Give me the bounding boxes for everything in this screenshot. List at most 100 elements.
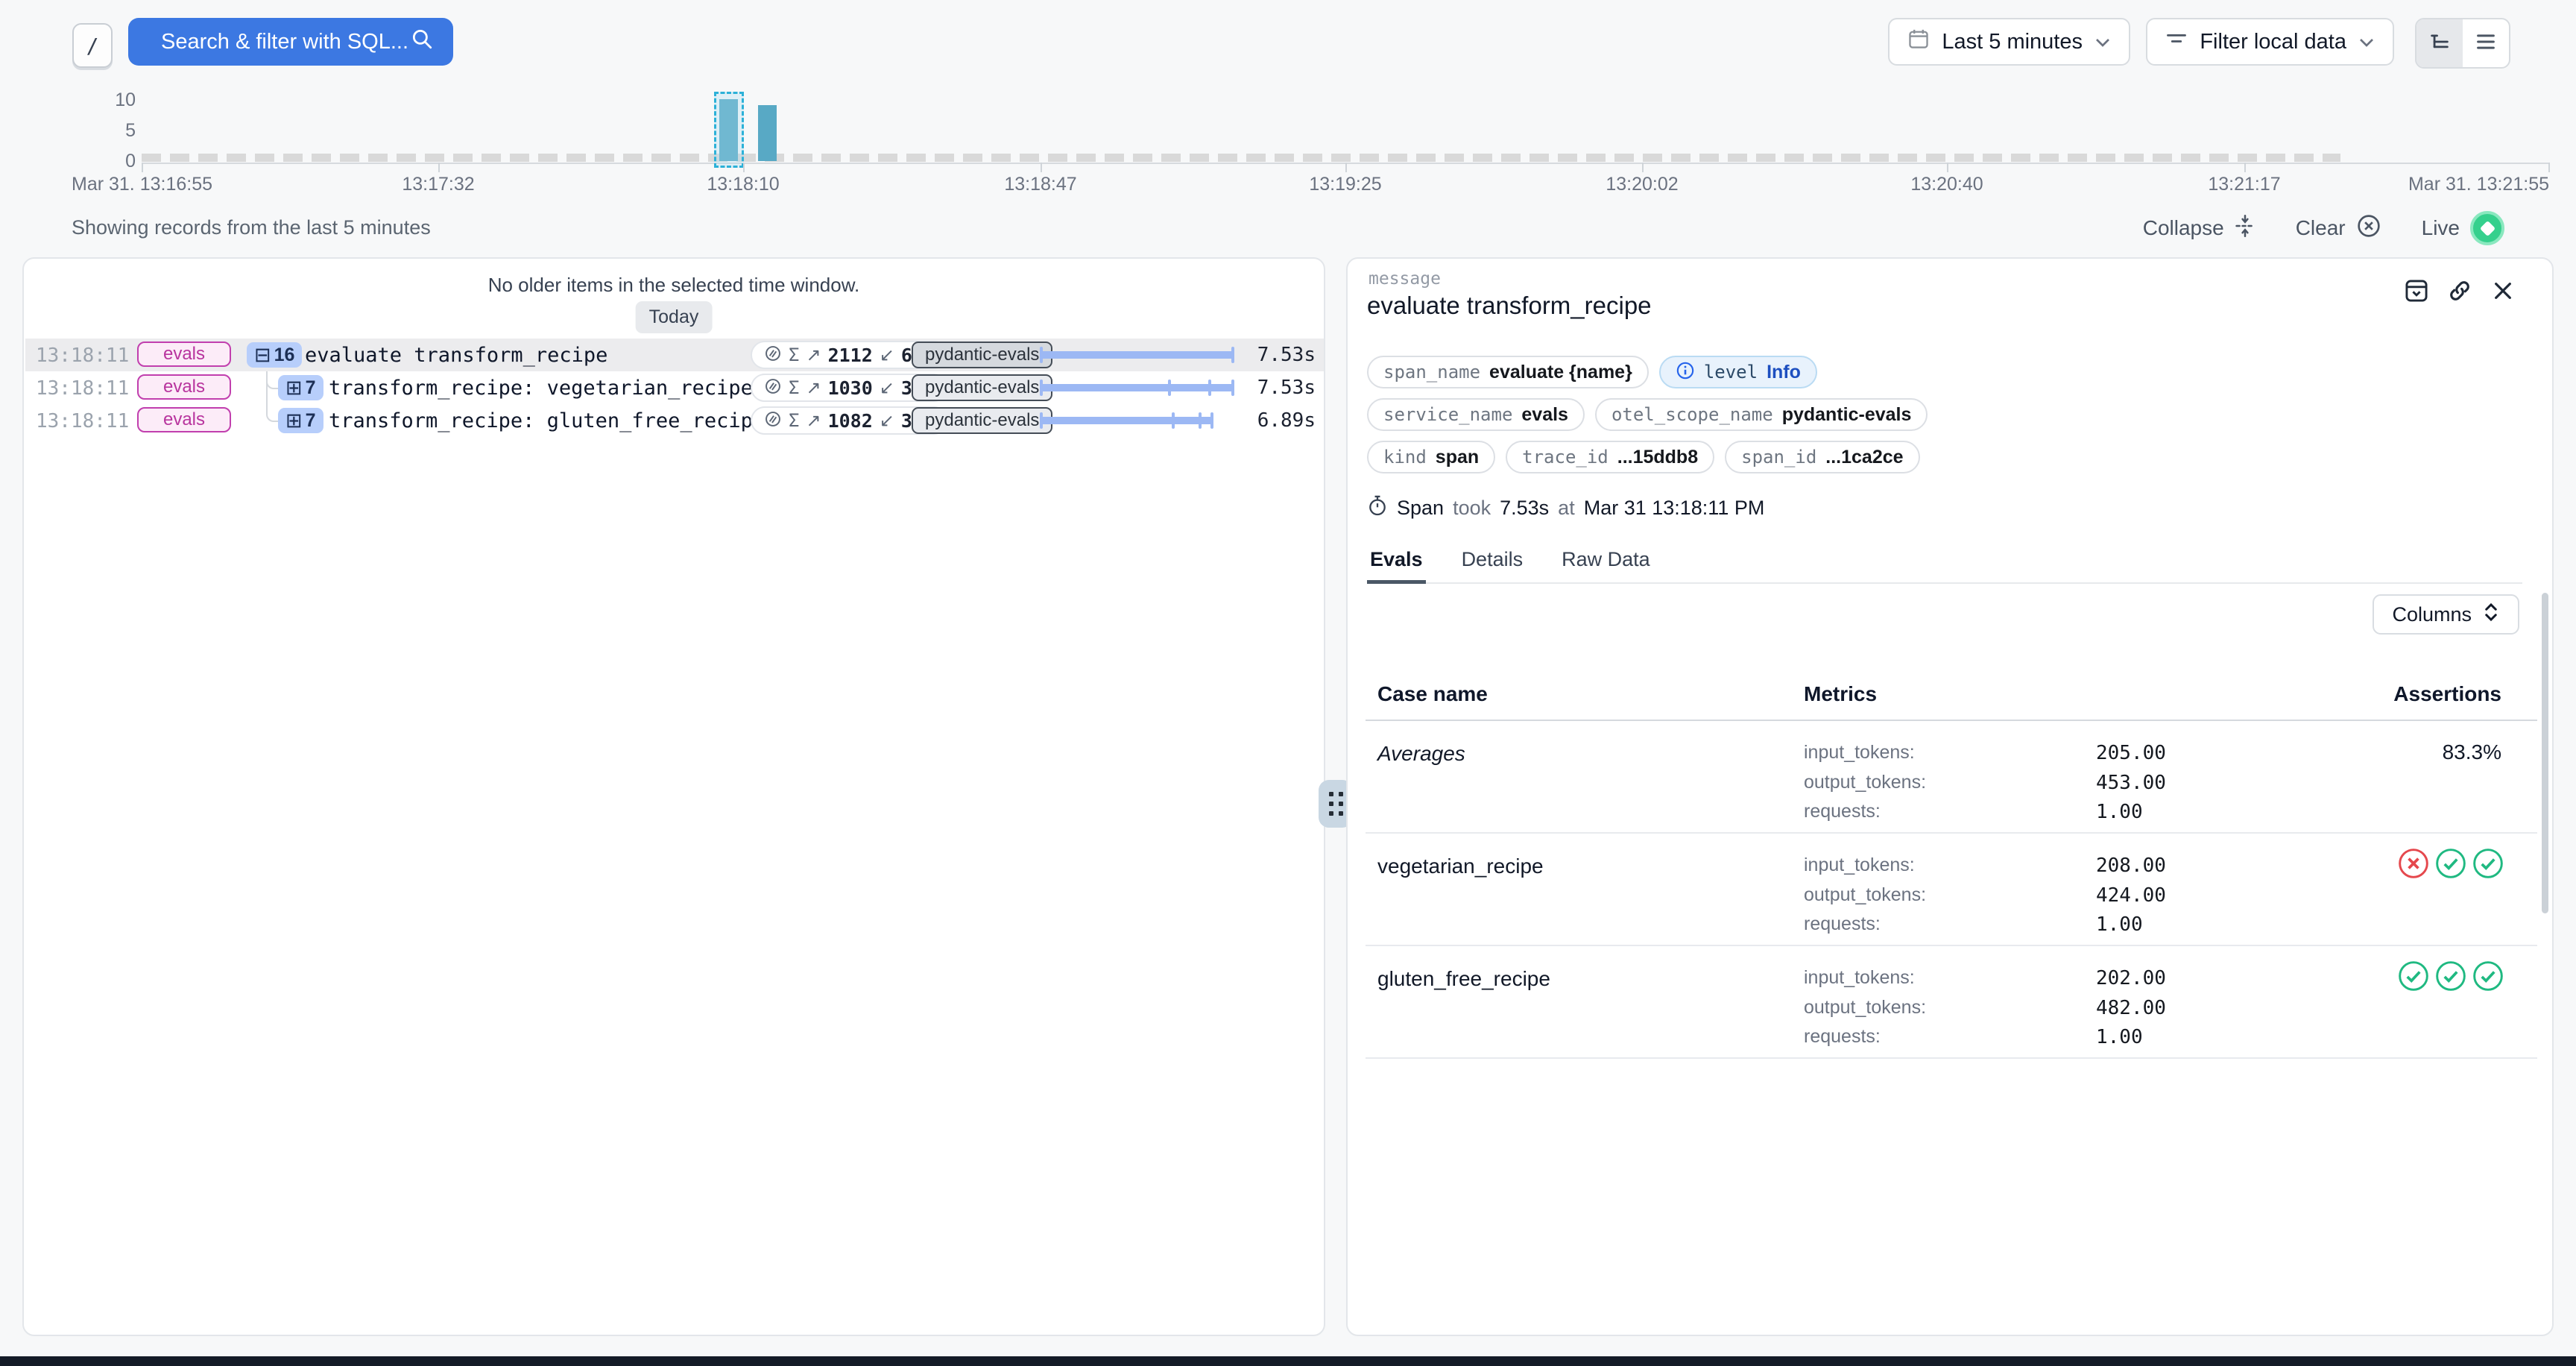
filter-label: Filter local data — [2200, 30, 2346, 54]
otel-scope-chip[interactable]: pydantic-evals — [912, 342, 1052, 368]
attr-value: span — [1436, 447, 1479, 468]
metric-label: requests: — [1804, 913, 2027, 935]
span-timestamp: Mar 31 13:18:11 PM — [1584, 497, 1765, 520]
trace-row[interactable]: 13:18:11 evals ⊟ 16 evaluate transform_r… — [25, 339, 1324, 371]
record-type-label: message — [1368, 269, 1441, 289]
table-row[interactable]: gluten_free_recipe input_tokens: 202.00 … — [1366, 946, 2537, 1059]
row-timestamp: 13:18:11 — [36, 377, 129, 400]
x-axis-label: 13:20:02 — [1606, 174, 1678, 195]
metric-value: 205.00 — [2096, 742, 2166, 764]
attr-chip-kind[interactable]: kind span — [1367, 441, 1495, 473]
assertion-pass-icon — [2397, 960, 2430, 992]
expand-children-chip[interactable]: ⊞ 7 — [278, 375, 323, 400]
service-badge[interactable]: evals — [137, 374, 231, 400]
showing-records-text: Showing records from the last 5 minutes — [72, 216, 431, 239]
attr-chip-service-name[interactable]: service_name evals — [1367, 398, 1585, 431]
assertion-pass-icon — [2434, 847, 2467, 880]
span-name: transform_recipe: gluten_free_recipe — [329, 409, 765, 432]
expand-children-chip[interactable]: ⊞ 7 — [278, 408, 323, 433]
table-row[interactable]: vegetarian_recipe input_tokens: 208.00 o… — [1366, 834, 2537, 946]
tab-evals[interactable]: Evals — [1367, 544, 1426, 584]
search-input[interactable]: Search & filter with SQL... — [128, 18, 453, 66]
attr-chip-span-id[interactable]: span_id ...1ca2ce — [1725, 441, 1919, 473]
metric-value: 482.00 — [2096, 997, 2166, 1019]
tree-view-toggle[interactable] — [2416, 19, 2463, 67]
coin-icon — [764, 410, 782, 432]
case-name: Averages — [1377, 742, 1465, 766]
x-axis-tickmark — [438, 163, 440, 172]
tab-details[interactable]: Details — [1459, 544, 1527, 582]
timeline-plot-area[interactable] — [142, 99, 2549, 161]
copy-link-icon[interactable] — [2446, 277, 2473, 304]
span-name: evaluate transform_recipe — [305, 344, 607, 367]
attr-key: kind — [1383, 447, 1427, 468]
span-word: Span — [1397, 497, 1444, 520]
x-axis-label: Mar 31. 13:21:55 — [2408, 174, 2549, 195]
live-indicator-icon — [2470, 211, 2504, 245]
x-axis-label: 13:17:32 — [402, 174, 474, 195]
assertions-percentage: 83.3% — [2443, 740, 2501, 764]
tab-raw-data[interactable]: Raw Data — [1559, 544, 1653, 582]
search-placeholder: Search & filter with SQL... — [161, 30, 408, 54]
metric-value: 1.00 — [2096, 913, 2143, 936]
coin-icon — [764, 344, 782, 366]
table-row[interactable]: Averages input_tokens: 205.00 output_tok… — [1366, 721, 2537, 834]
assertion-pass-icon — [2472, 847, 2504, 880]
columns-button[interactable]: Columns — [2373, 594, 2519, 635]
input-arrow-icon: ↗ — [806, 377, 821, 399]
today-chip: Today — [636, 301, 713, 333]
duration-text: 7.53s — [1226, 344, 1316, 366]
x-axis-label: 13:18:10 — [707, 174, 779, 195]
attr-chip-trace-id[interactable]: trace_id ...15ddb8 — [1506, 441, 1714, 473]
attr-chip-otel-scope[interactable]: otel_scope_name pydantic-evals — [1595, 398, 1928, 431]
tree-view-icon — [2428, 31, 2451, 57]
output-arrow-icon: ↙ — [880, 344, 894, 366]
at-word: at — [1558, 497, 1575, 520]
attr-key: span_id — [1741, 447, 1816, 468]
slash-shortcut-key: / — [72, 23, 113, 68]
output-arrow-icon: ↙ — [880, 410, 894, 432]
otel-scope-chip[interactable]: pydantic-evals — [912, 374, 1052, 401]
trace-list-panel: No older items in the selected time wind… — [22, 257, 1325, 1336]
x-axis-label: Mar 31. 13:16:55 — [72, 174, 212, 195]
otel-scope-chip[interactable]: pydantic-evals — [912, 407, 1052, 434]
list-view-icon — [2475, 31, 2497, 57]
input-arrow-icon: ↗ — [806, 344, 821, 366]
sort-chevrons-icon — [2482, 601, 2500, 629]
attr-chip-span-name[interactable]: span_name evaluate {name} — [1367, 356, 1649, 388]
close-icon[interactable] — [2490, 277, 2516, 304]
search-icon — [410, 27, 434, 57]
metric-value: 453.00 — [2096, 772, 2166, 794]
trace-row[interactable]: 13:18:11 evals ⊞ 7 transform_recipe: glu… — [25, 404, 1324, 437]
time-range-label: Last 5 minutes — [1942, 30, 2083, 54]
assertion-fail-icon — [2397, 847, 2430, 880]
detail-tabs: Evals Details Raw Data — [1367, 544, 2522, 584]
span-duration-line: Span took 7.53s at Mar 31 13:18:11 PM — [1367, 494, 1764, 522]
live-toggle[interactable]: Live — [2422, 211, 2504, 245]
clear-button[interactable]: Clear — [2296, 213, 2381, 244]
x-axis-label: 13:19:25 — [1309, 174, 1381, 195]
input-arrow-icon: ↗ — [806, 410, 821, 432]
filter-local-data-dropdown[interactable]: Filter local data — [2146, 18, 2394, 66]
attr-chip-level[interactable]: level Info — [1659, 356, 1817, 388]
metric-label: output_tokens: — [1804, 772, 2027, 793]
service-badge[interactable]: evals — [137, 342, 231, 367]
histogram-bar[interactable] — [758, 105, 777, 161]
x-axis-label: 13:20:40 — [1910, 174, 1983, 195]
assertion-pass-icon — [2434, 960, 2467, 992]
y-axis-tick: 5 — [91, 120, 136, 142]
service-badge[interactable]: evals — [137, 407, 231, 432]
collapse-children-chip[interactable]: ⊟ 16 — [247, 342, 302, 368]
metric-value: 1.00 — [2096, 1026, 2143, 1048]
dock-panel-icon[interactable] — [2403, 277, 2430, 304]
input-tokens: 1030 — [828, 377, 873, 399]
collapse-label: Collapse — [2143, 216, 2224, 240]
trace-row[interactable]: 13:18:11 evals ⊞ 7 transform_recipe: veg… — [25, 371, 1324, 404]
attr-value: ...15ddb8 — [1617, 447, 1698, 468]
collapse-button[interactable]: Collapse — [2143, 214, 2255, 243]
metric-label: requests: — [1804, 801, 2027, 822]
list-view-toggle[interactable] — [2463, 19, 2509, 67]
scrollbar-thumb[interactable] — [2542, 593, 2548, 913]
time-range-dropdown[interactable]: Last 5 minutes — [1888, 18, 2130, 66]
live-label: Live — [2422, 216, 2460, 240]
